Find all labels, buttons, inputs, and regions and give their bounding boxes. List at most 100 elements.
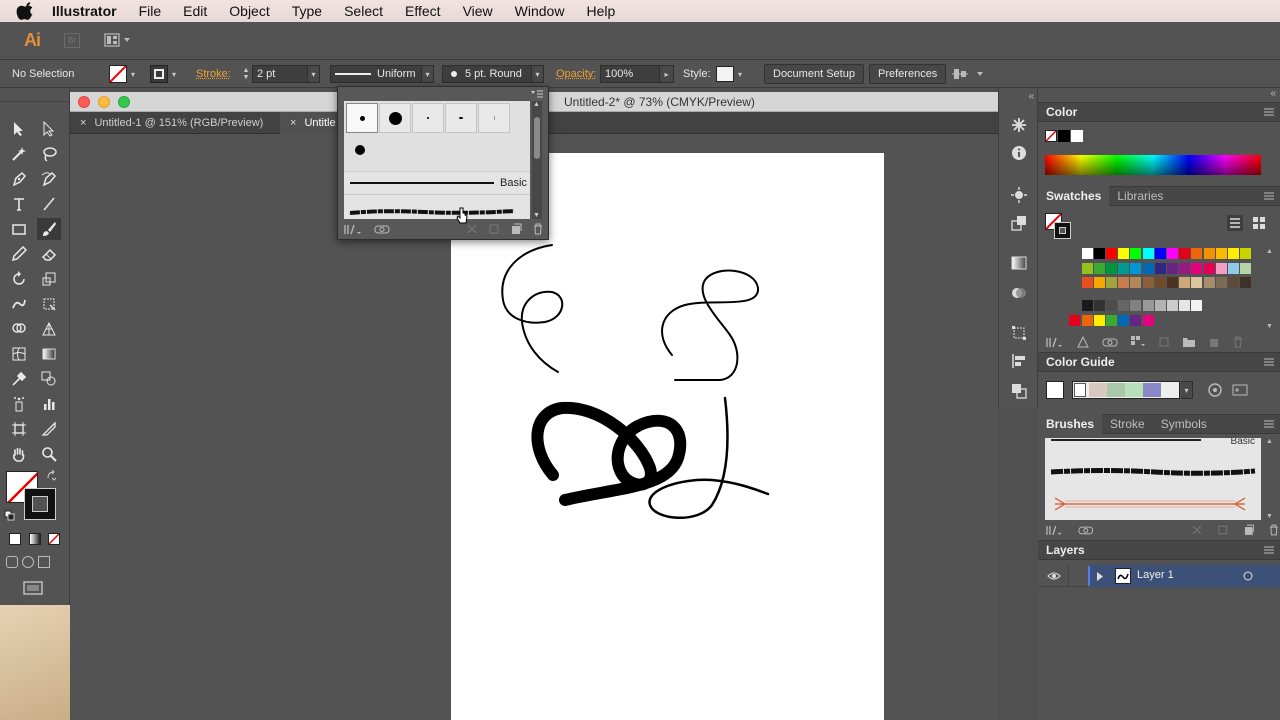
rotate-tool[interactable] — [7, 268, 31, 290]
swatch[interactable] — [1191, 248, 1203, 259]
gray-swatch[interactable] — [1130, 300, 1142, 312]
collapse-panels-icon[interactable]: « — [1028, 91, 1034, 102]
menu-object[interactable]: Object — [229, 3, 269, 19]
default-fill-stroke-icon[interactable] — [4, 510, 16, 522]
delete-brush-icon[interactable] — [1268, 524, 1280, 536]
artboard-tool[interactable] — [7, 418, 31, 440]
swatch[interactable] — [1154, 248, 1166, 259]
swatch[interactable] — [1228, 262, 1239, 274]
strip-symbols-button[interactable] — [1009, 116, 1029, 134]
swatch[interactable] — [1179, 262, 1191, 274]
hand-tool[interactable] — [7, 443, 31, 465]
scroll-down-icon[interactable]: ▼ — [1266, 513, 1273, 520]
tools-panel-grip[interactable] — [0, 88, 69, 102]
align-options-icon[interactable] — [952, 67, 986, 81]
brush-options-icon[interactable] — [1217, 524, 1229, 536]
swap-fill-stroke-icon[interactable] — [46, 470, 58, 482]
scroll-up-icon[interactable]: ▲ — [533, 101, 540, 108]
swatch[interactable] — [1106, 277, 1117, 288]
panels-top-grip[interactable]: « — [1038, 88, 1280, 102]
swatch[interactable] — [1215, 248, 1227, 259]
tab-untitled-1[interactable]: × Untitled-1 @ 151% (RGB/Preview) — [70, 112, 280, 134]
gray-swatch[interactable] — [1118, 300, 1130, 312]
brushes-panel-menu-icon[interactable] — [1264, 419, 1274, 429]
add-to-library-icon[interactable] — [1102, 336, 1118, 348]
swatch[interactable] — [1142, 248, 1154, 259]
swatch[interactable] — [1240, 262, 1252, 274]
swatch[interactable] — [1093, 248, 1105, 259]
swatch[interactable] — [1130, 277, 1142, 288]
popup-menu-icon[interactable] — [530, 89, 544, 99]
magic-wand-tool[interactable] — [7, 143, 31, 165]
menu-file[interactable]: File — [139, 3, 162, 19]
guide-swatch[interactable] — [1089, 383, 1107, 397]
swatch[interactable] — [1203, 262, 1215, 274]
shape-builder-tool[interactable] — [7, 318, 31, 340]
swatch[interactable] — [1093, 262, 1105, 274]
blend-tool[interactable] — [37, 368, 61, 390]
delete-brush-icon[interactable] — [532, 223, 544, 235]
guide-swatch[interactable] — [1143, 383, 1161, 397]
tab-stroke[interactable]: Stroke — [1102, 414, 1153, 434]
stroke-weight-stepper[interactable]: ▲ ▼ — [240, 65, 252, 83]
brush-charcoal-item[interactable] — [1045, 462, 1261, 482]
harmony-rules-dropdown[interactable]: ▾ — [1181, 381, 1193, 399]
graphic-style-swatch[interactable] — [716, 66, 734, 82]
swatch-options-icon[interactable] — [1158, 336, 1170, 348]
swatch[interactable] — [1142, 277, 1154, 288]
eraser-tool[interactable] — [37, 243, 61, 265]
gray-swatch[interactable] — [1093, 300, 1105, 312]
menu-type[interactable]: Type — [292, 3, 322, 19]
strip-pathfinder-button[interactable] — [1009, 382, 1029, 400]
swatch[interactable] — [1081, 277, 1093, 288]
preferences-button[interactable]: Preferences — [869, 64, 947, 84]
tab-close-icon[interactable]: × — [290, 117, 296, 129]
swatch[interactable] — [1093, 314, 1105, 326]
thumbnail-view-icon[interactable] — [1251, 215, 1267, 231]
swatch[interactable] — [1118, 262, 1130, 274]
brush-thin[interactable] — [478, 103, 510, 133]
swatch[interactable] — [1228, 248, 1239, 259]
swatch[interactable] — [1106, 248, 1117, 259]
swatches-panel-menu-icon[interactable] — [1264, 191, 1274, 201]
scroll-down-icon[interactable]: ▼ — [1266, 323, 1273, 330]
strip-align-button[interactable] — [1009, 352, 1029, 370]
swatch[interactable] — [1240, 277, 1252, 288]
color-panel-header[interactable]: Color — [1038, 102, 1280, 122]
swatch[interactable] — [1142, 262, 1154, 274]
gradient-tool[interactable] — [37, 343, 61, 365]
brush-list[interactable]: Basic — [344, 101, 530, 219]
swatch[interactable] — [1167, 248, 1178, 259]
swatch[interactable] — [1081, 314, 1093, 326]
swatch[interactable] — [1106, 262, 1117, 274]
swatch[interactable] — [1130, 262, 1142, 274]
new-brush-icon[interactable] — [510, 223, 522, 235]
screen-mode-icon[interactable] — [22, 580, 44, 596]
menu-select[interactable]: Select — [344, 3, 383, 19]
color-mode-button[interactable] — [9, 533, 21, 545]
menu-view[interactable]: View — [463, 3, 493, 19]
brush-basic-row[interactable]: Basic — [344, 171, 530, 193]
brush-large-round[interactable] — [379, 103, 411, 133]
swatch[interactable] — [1093, 277, 1105, 288]
color-guide-panel-header[interactable]: Color Guide — [1038, 352, 1280, 372]
swatch[interactable] — [1215, 277, 1227, 288]
color-guide-base-color[interactable] — [1046, 381, 1064, 399]
bridge-button[interactable]: Br — [64, 33, 80, 48]
brush-oval[interactable] — [445, 103, 477, 133]
perspective-grid-tool[interactable] — [37, 318, 61, 340]
brush-round-alt[interactable] — [346, 135, 374, 165]
warp-tool[interactable] — [7, 293, 31, 315]
brush-charcoal-row[interactable] — [344, 194, 530, 219]
brush-list-scroll-thumb[interactable] — [534, 117, 540, 159]
swatches-fill-stroke-indicator[interactable] — [1045, 213, 1073, 239]
swatch[interactable] — [1130, 314, 1142, 326]
strip-gradient-button[interactable] — [1009, 254, 1029, 272]
swatch[interactable] — [1081, 262, 1093, 274]
document-setup-button[interactable]: Document Setup — [764, 64, 864, 84]
menu-edit[interactable]: Edit — [183, 3, 207, 19]
color-panel-swatch-white[interactable] — [1071, 130, 1083, 142]
swatch[interactable] — [1203, 277, 1215, 288]
stroke-weight-input[interactable] — [252, 65, 308, 83]
pen-tool[interactable] — [7, 168, 31, 190]
